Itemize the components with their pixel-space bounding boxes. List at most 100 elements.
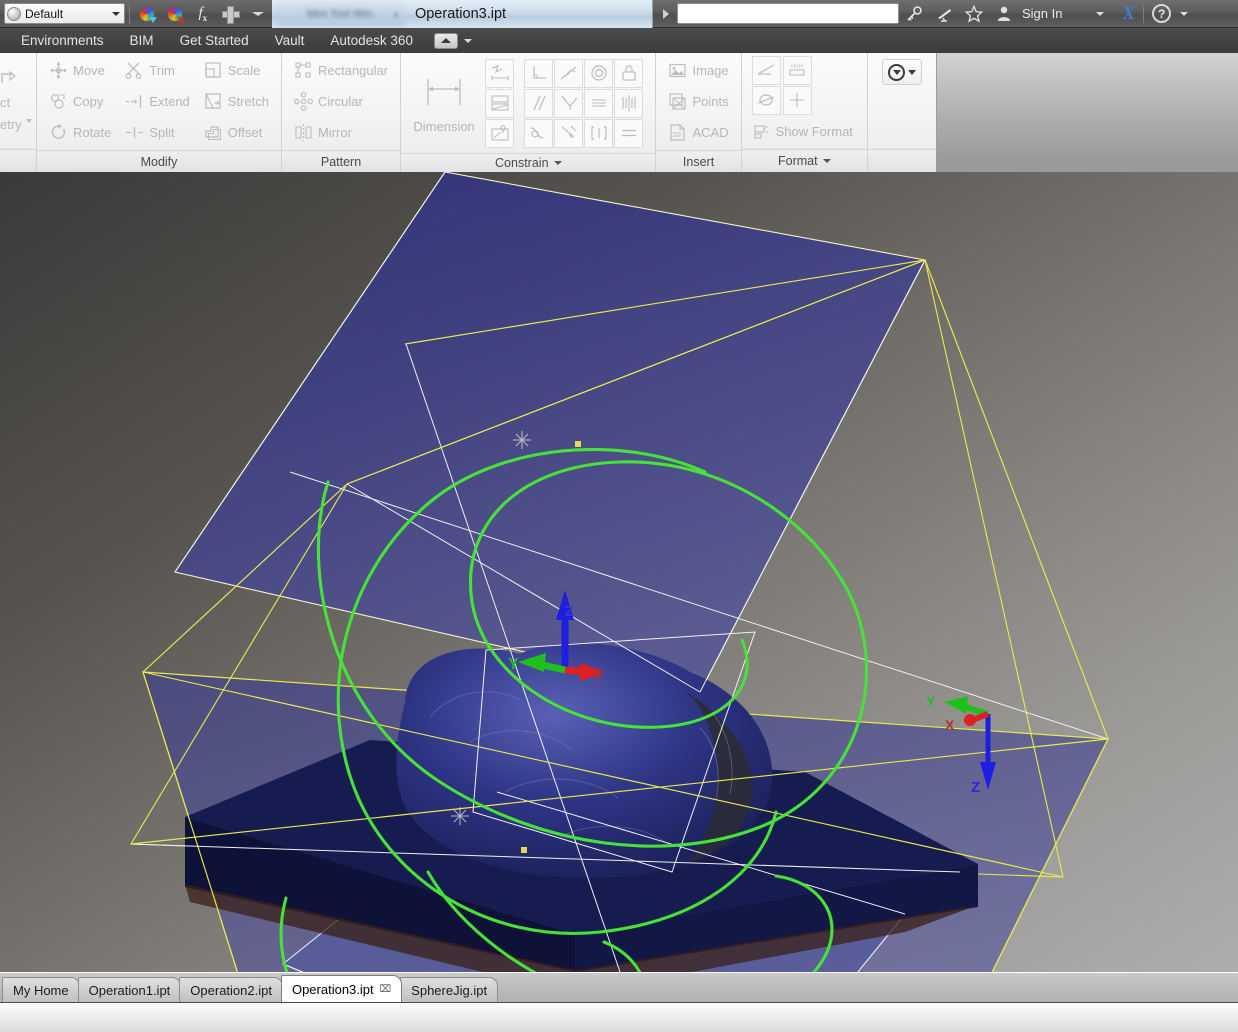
satellite-dish-icon[interactable] xyxy=(929,1,959,27)
doc-tab-label: My Home xyxy=(13,983,69,998)
doc-tab-label: Operation1.ipt xyxy=(89,983,171,998)
dimension-button[interactable]: Dimension xyxy=(407,55,481,151)
driven-dimension-icon[interactable]: HxH xyxy=(783,56,812,85)
center-point-icon[interactable] xyxy=(783,86,812,115)
rotate-button[interactable]: Rotate xyxy=(43,117,117,148)
customize-dropdown-icon[interactable] xyxy=(245,2,271,26)
split-icon xyxy=(125,123,144,142)
offset-button[interactable]: Offset xyxy=(198,117,275,148)
points-button[interactable]: Points xyxy=(662,86,734,117)
parallel-constraint-icon[interactable] xyxy=(524,89,553,118)
doc-tab-my-home[interactable]: My Home xyxy=(2,977,80,1002)
ribbon-panel-modify: Move Copy Rotate xyxy=(37,53,282,172)
ribbon-tab-clipped[interactable] xyxy=(0,28,8,53)
sphere-appearance-icon xyxy=(7,7,21,21)
scale-button[interactable]: Scale xyxy=(198,55,275,86)
key-icon[interactable] xyxy=(899,1,929,27)
collinear-constraint-icon[interactable] xyxy=(584,89,613,118)
appearance-icon[interactable] xyxy=(135,2,161,26)
show-constraints-icon[interactable] xyxy=(485,89,514,118)
x-axis-label: X xyxy=(593,667,603,683)
desktop-background-strip xyxy=(936,162,1238,172)
trim-label: Trim xyxy=(149,63,175,78)
ribbon-tab-get-started[interactable]: Get Started xyxy=(167,28,262,53)
close-icon[interactable]: ⌧ xyxy=(380,984,392,995)
doc-tab-operation3[interactable]: Operation3.ipt ⌧ xyxy=(281,975,402,1002)
ribbon-tab-vault[interactable]: Vault xyxy=(262,28,318,53)
circular-label: Circular xyxy=(318,94,363,109)
construction-line-icon[interactable] xyxy=(752,56,781,85)
centerline-icon[interactable] xyxy=(752,86,781,115)
acad-button[interactable]: ACAD xyxy=(662,117,734,148)
image-button[interactable]: Image xyxy=(662,55,734,86)
smooth-constraint-icon[interactable] xyxy=(524,119,553,148)
copy-button[interactable]: Copy xyxy=(43,86,117,117)
parameters-fx-icon[interactable]: fx xyxy=(190,2,216,26)
panel-overflow-dropdown[interactable] xyxy=(882,59,922,85)
acad-label: ACAD xyxy=(692,125,728,140)
rotate-label: Rotate xyxy=(73,125,111,140)
3d-scene: Y X Z Y X Z xyxy=(0,172,1238,972)
ribbon-minimize-chevron-down-icon[interactable] xyxy=(464,39,472,43)
ribbon-tab-bim[interactable]: BIM xyxy=(117,28,167,53)
doc-tab-spherejig[interactable]: SphereJig.ipt xyxy=(400,977,498,1002)
symmetric-constraint-icon[interactable] xyxy=(614,89,643,118)
doc-tab-operation1[interactable]: Operation1.ipt xyxy=(78,977,182,1002)
tangent-constraint-icon[interactable] xyxy=(554,59,583,88)
x-axis-arrow xyxy=(964,714,976,726)
stretch-button[interactable]: Stretch xyxy=(198,86,275,117)
ribbon-panel-constrain: Dimension xyxy=(401,53,656,172)
rectangular-pattern-icon xyxy=(294,61,313,80)
doc-tab-operation2[interactable]: Operation2.ipt xyxy=(179,977,283,1002)
trim-button[interactable]: Trim xyxy=(119,55,195,86)
help-chevron-down-icon[interactable] xyxy=(1180,12,1188,16)
perpendicular-constraint-icon[interactable] xyxy=(524,59,553,88)
ribbon-panel-label-constrain[interactable]: Constrain xyxy=(401,153,655,172)
constraint-settings-icon[interactable] xyxy=(485,119,514,148)
ribbon-panel-label-format[interactable]: Format xyxy=(742,149,867,172)
show-format-button[interactable]: Show Format xyxy=(752,116,859,147)
search-input[interactable] xyxy=(677,3,899,24)
help-button[interactable]: ? xyxy=(1152,4,1171,23)
project-geometry-label-line1: ct xyxy=(0,92,10,114)
chevron-down-icon[interactable] xyxy=(26,119,32,123)
fix-constraint-icon[interactable] xyxy=(614,59,643,88)
modify-column-2: Trim Extend Split xyxy=(119,55,195,148)
move-button[interactable]: Move xyxy=(43,55,117,86)
status-bar xyxy=(0,1002,1238,1032)
project-geometry-label-line2: etry xyxy=(0,117,22,132)
vertical-constraint-icon[interactable] xyxy=(584,119,613,148)
3d-graphics-window[interactable]: Y X Z Y X Z xyxy=(0,172,1238,972)
circular-pattern-icon xyxy=(294,92,313,111)
ribbon-panel-pattern: Rectangular Circular Mirror Pattern xyxy=(282,53,401,172)
inactive-window-tab-close-icon[interactable]: x xyxy=(394,9,402,17)
split-button[interactable]: Split xyxy=(119,117,195,148)
style-selector[interactable]: Default xyxy=(4,3,125,24)
circular-pattern-button[interactable]: Circular xyxy=(288,86,394,117)
extend-button[interactable]: Extend xyxy=(119,86,195,117)
autodesk-exchange-icon[interactable]: X xyxy=(1122,3,1135,25)
ribbon-tab-autodesk-360[interactable]: Autodesk 360 xyxy=(317,28,426,53)
sign-in-button[interactable]: Sign In xyxy=(1022,6,1062,21)
rectangular-pattern-button[interactable]: Rectangular xyxy=(288,55,394,86)
concentric-constraint-icon[interactable] xyxy=(584,59,613,88)
clear-appearance-icon[interactable] xyxy=(162,2,188,26)
inactive-window-tab[interactable]: Mini Tool Win. xyxy=(276,2,406,26)
plus-icon[interactable] xyxy=(218,2,244,26)
mirror-button[interactable]: Mirror xyxy=(288,117,394,148)
coincident-constraint-icon[interactable] xyxy=(554,89,583,118)
horizontal-constraint-icon[interactable] xyxy=(554,119,583,148)
constrain-label: Constrain xyxy=(495,156,549,170)
ribbon-panel-label-modify: Modify xyxy=(37,150,281,172)
ribbon-tab-environments[interactable]: Environments xyxy=(8,28,117,53)
account-chevron-down-icon[interactable] xyxy=(1096,12,1104,16)
expand-arrow-icon[interactable] xyxy=(663,9,669,19)
person-icon[interactable] xyxy=(989,1,1019,27)
auto-dimension-icon[interactable] xyxy=(485,59,514,88)
star-icon[interactable] xyxy=(959,1,989,27)
ribbon-panel-project-geometry: ct etry xyxy=(0,53,37,172)
z-axis-label: Z xyxy=(565,603,574,619)
ribbon-panel-insert: Image Points ACAD Insert xyxy=(656,53,741,172)
ribbon-minimize-icon[interactable] xyxy=(434,33,458,49)
equal-constraint-icon[interactable] xyxy=(614,119,643,148)
